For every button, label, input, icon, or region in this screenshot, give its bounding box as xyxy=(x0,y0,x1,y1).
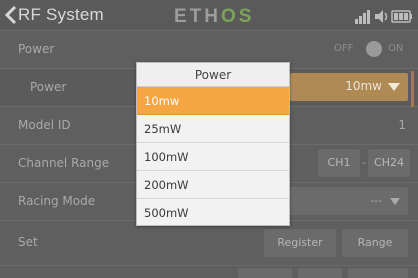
channel-start-button[interactable]: CH1 xyxy=(318,149,360,177)
popup-option[interactable]: 10mw xyxy=(137,87,289,115)
dropdown-arrow-icon xyxy=(388,83,400,91)
title-bar: RF System ETHOS xyxy=(0,0,418,31)
popup-option[interactable]: 100mW xyxy=(137,143,289,171)
model-id-label: Model ID xyxy=(18,118,71,132)
dropdown-arrow-icon xyxy=(390,198,400,205)
set-row: Set Register Range xyxy=(0,221,418,266)
page-title: RF System xyxy=(18,5,104,24)
ethos-logo: ETHOS xyxy=(174,6,255,27)
racing-mode-label: Racing Mode xyxy=(18,194,96,208)
partial-button xyxy=(298,268,342,278)
power-select-popup: Power 10mw 25mW 100mW 200mW 500mW xyxy=(136,62,290,226)
rf-system-screen: RF System ETHOS Power OFF ON Power 10mw … xyxy=(0,0,418,278)
toggle-off-label: OFF xyxy=(334,43,354,54)
range-button[interactable]: Range xyxy=(342,229,408,257)
popup-option[interactable]: 200mW xyxy=(137,171,289,199)
volume-icon xyxy=(375,10,388,23)
power-level-select[interactable]: 10mw xyxy=(290,73,408,101)
chevron-left-icon[interactable] xyxy=(4,5,18,25)
popup-option[interactable]: 500mW xyxy=(137,199,289,227)
popup-title: Power xyxy=(137,63,289,87)
partial-button xyxy=(348,268,408,278)
channel-range-label: Channel Range xyxy=(18,156,110,170)
next-row-partial xyxy=(0,266,418,278)
register-button[interactable]: Register xyxy=(264,229,336,257)
racing-mode-value: --- xyxy=(370,194,382,207)
channel-end-button[interactable]: CH24 xyxy=(368,149,410,177)
partial-button xyxy=(238,268,292,278)
power-level-label: Power xyxy=(30,80,67,94)
toggle-on-label: ON xyxy=(388,43,404,54)
popup-option[interactable]: 25mW xyxy=(137,115,289,143)
set-label: Set xyxy=(18,235,38,249)
battery-icon xyxy=(391,10,412,23)
power-toggle[interactable] xyxy=(366,41,382,57)
power-label: Power xyxy=(18,42,55,56)
status-icons xyxy=(355,7,413,25)
racing-mode-select[interactable]: --- xyxy=(290,187,408,215)
signal-icon xyxy=(355,10,370,24)
popup-options-list: 10mw 25mW 100mW 200mW 500mW xyxy=(137,87,289,227)
power-level-value: 10mw xyxy=(345,79,382,93)
channel-range-separator: - xyxy=(362,156,366,169)
model-id-value[interactable]: 1 xyxy=(398,118,406,132)
